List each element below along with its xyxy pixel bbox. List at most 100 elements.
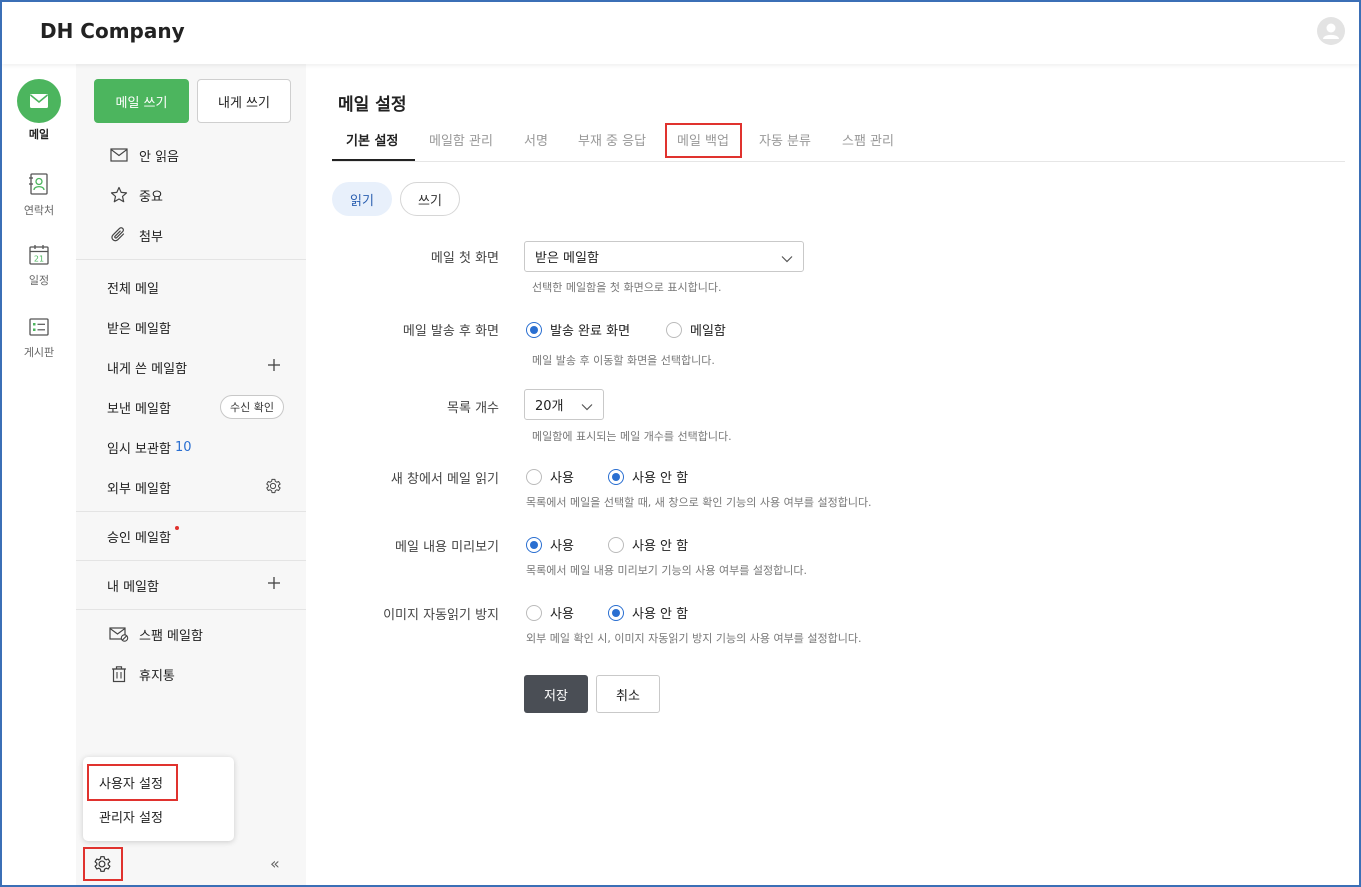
trash-icon <box>109 664 129 684</box>
sidebar-item-spam[interactable]: 스팸 메일함 <box>76 614 306 654</box>
star-icon <box>109 185 129 205</box>
divider <box>76 259 306 260</box>
chevron-down-icon <box>781 252 793 267</box>
radio-block-images-off[interactable]: 사용 안 함 <box>608 603 688 622</box>
menu-item-user-settings[interactable]: 사용자 설정 <box>99 773 163 792</box>
sidebar-label: 전체 메일 <box>107 281 159 297</box>
board-icon <box>29 318 49 336</box>
radio-label: 사용 <box>550 539 574 554</box>
page-title: 메일 설정 <box>338 95 407 115</box>
select-value: 20개 <box>535 399 564 414</box>
cancel-button[interactable]: 취소 <box>596 675 660 713</box>
tab-spam-management[interactable]: 스팸 관리 <box>842 130 894 149</box>
sidebar-label: 보낸 메일함 <box>107 401 171 417</box>
divider <box>76 609 306 610</box>
tab-away-reply[interactable]: 부재 중 응답 <box>578 130 646 149</box>
radio-label: 사용 안 함 <box>632 607 689 622</box>
radio-new-window-use[interactable]: 사용 <box>526 467 574 486</box>
radio-preview-off[interactable]: 사용 안 함 <box>608 535 688 554</box>
radio-circle <box>526 536 542 553</box>
sidebar-label: 안 읽음 <box>139 149 180 165</box>
settings-gear-icon[interactable] <box>92 854 112 874</box>
radio-preview-use[interactable]: 사용 <box>526 535 574 554</box>
user-icon <box>1323 23 1339 39</box>
sidebar-label: 내 메일함 <box>107 579 159 595</box>
company-logo[interactable]: DH Company <box>40 19 185 43</box>
radio-label: 사용 안 함 <box>632 471 689 486</box>
setting-label-preview: 메일 내용 미리보기 <box>395 540 499 555</box>
sidebar-item-attachments[interactable]: 첨부 <box>76 215 306 255</box>
sidebar-item-my-mailbox[interactable]: 내 메일함 <box>76 565 306 605</box>
setting-label-first-screen: 메일 첫 화면 <box>430 251 499 266</box>
setting-label-block-images: 이미지 자동읽기 방지 <box>383 608 499 623</box>
sidebar-item-important[interactable]: 중요 <box>76 175 306 215</box>
rail-label-contacts: 연락처 <box>23 204 55 217</box>
envelope-icon <box>109 145 129 165</box>
sidebar-label: 스팸 메일함 <box>139 628 203 644</box>
sidebar-label: 임시 보관함 <box>107 441 171 457</box>
avatar[interactable] <box>1317 17 1345 45</box>
radio-circle <box>608 536 624 553</box>
first-screen-select[interactable]: 받은 메일함 <box>524 241 804 272</box>
read-receipt-button[interactable]: 수신 확인 <box>220 395 284 419</box>
top-bar: DH Company <box>2 2 1359 64</box>
rail-label-calendar: 일정 <box>28 274 50 287</box>
tab-signature[interactable]: 서명 <box>524 130 548 149</box>
radio-after-send-complete[interactable]: 발송 완료 화면 <box>526 320 630 339</box>
collapse-sidebar-button[interactable]: « <box>270 854 280 873</box>
segment-write[interactable]: 쓰기 <box>400 182 460 216</box>
plus-icon[interactable] <box>266 575 282 595</box>
sidebar-item-sent[interactable]: 보낸 메일함 수신 확인 <box>76 387 306 427</box>
sidebar-label: 중요 <box>139 189 163 205</box>
tab-auto-sort[interactable]: 자동 분류 <box>759 130 811 149</box>
rail-item-calendar[interactable]: 21 일정 <box>2 244 76 288</box>
segment-read[interactable]: 읽기 <box>332 182 392 216</box>
help-text: 목록에서 메일을 선택할 때, 새 창으로 확인 기능의 사용 여부를 설정합니… <box>526 496 872 509</box>
list-count-select[interactable]: 20개 <box>524 389 604 420</box>
setting-label-list-count: 목록 개수 <box>447 401 499 416</box>
compose-button[interactable]: 메일 쓰기 <box>94 79 189 123</box>
active-tab-indicator <box>332 159 415 161</box>
new-dot-badge <box>174 526 179 530</box>
plus-icon[interactable] <box>266 357 282 377</box>
sidebar-item-trash[interactable]: 휴지통 <box>76 654 306 694</box>
help-text: 선택한 메일함을 첫 화면으로 표시합니다. <box>532 281 722 294</box>
app-rail: 메일 연락처 21 일정 게시판 <box>2 64 76 885</box>
radio-after-send-mailbox[interactable]: 메일함 <box>666 320 726 339</box>
settings-popup-menu: 사용자 설정 관리자 설정 <box>83 757 234 841</box>
tab-mailbox-management[interactable]: 메일함 관리 <box>429 130 493 149</box>
menu-item-admin-settings[interactable]: 관리자 설정 <box>99 807 163 826</box>
sidebar-item-external[interactable]: 외부 메일함 <box>76 467 306 507</box>
rail-item-mail[interactable]: 메일 <box>2 79 76 142</box>
calendar-day: 21 <box>34 255 44 264</box>
radio-label: 발송 완료 화면 <box>550 324 631 339</box>
sidebar-item-self-mailbox[interactable]: 내게 쓴 메일함 <box>76 347 306 387</box>
save-button[interactable]: 저장 <box>524 675 588 713</box>
settings-main: 메일 설정 기본 설정 메일함 관리 서명 부재 중 응답 메일 백업 자동 분… <box>306 64 1359 885</box>
chevron-down-icon <box>581 400 593 415</box>
tab-mail-backup[interactable]: 메일 백업 <box>677 130 729 149</box>
divider <box>76 511 306 512</box>
rail-item-board[interactable]: 게시판 <box>2 316 76 360</box>
radio-circle <box>608 468 624 485</box>
rail-label-board: 게시판 <box>23 346 55 359</box>
sidebar-item-unread[interactable]: 안 읽음 <box>76 135 306 175</box>
radio-circle <box>608 604 624 621</box>
sidebar-item-drafts[interactable]: 임시 보관함 10 <box>76 427 306 467</box>
tab-basic[interactable]: 기본 설정 <box>346 130 398 149</box>
calendar-icon: 21 <box>29 245 49 265</box>
rail-label-mail: 메일 <box>28 128 50 141</box>
mail-icon <box>17 79 61 123</box>
sidebar-item-inbox[interactable]: 받은 메일함 <box>76 307 306 347</box>
radio-circle <box>526 468 542 485</box>
rail-item-contacts[interactable]: 연락처 <box>2 172 76 218</box>
paperclip-icon <box>109 225 129 245</box>
sidebar-label: 휴지통 <box>139 668 175 684</box>
radio-new-window-off[interactable]: 사용 안 함 <box>608 467 688 486</box>
app-window: DH Company 메일 연락처 21 일정 게시판 메일 쓰기 내게 쓰기 … <box>0 0 1361 887</box>
sidebar-item-approval[interactable]: 승인 메일함 <box>76 516 306 556</box>
sidebar-item-all-mail[interactable]: 전체 메일 <box>76 267 306 307</box>
gear-icon[interactable] <box>264 477 282 499</box>
write-to-self-button[interactable]: 내게 쓰기 <box>197 79 291 123</box>
radio-block-images-use[interactable]: 사용 <box>526 603 574 622</box>
